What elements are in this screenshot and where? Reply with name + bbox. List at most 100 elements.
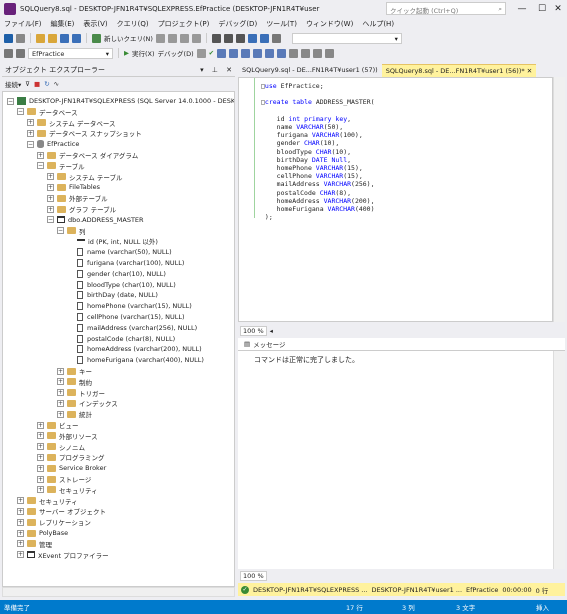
tree-node[interactable]: + セキュリティ — [17, 496, 78, 506]
expand-icon[interactable]: + — [27, 129, 34, 137]
paste-icon[interactable] — [235, 33, 245, 43]
back-icon[interactable] — [4, 33, 13, 43]
tree-node[interactable]: − dbo.ADDRESS_MASTER — [47, 215, 144, 225]
tree-node[interactable]: + PolyBase — [17, 528, 68, 538]
results-to-text-icon[interactable] — [253, 48, 263, 58]
estimated-plan-icon[interactable] — [217, 48, 227, 58]
refresh-icon[interactable]: ↻ — [44, 80, 49, 88]
save-icon[interactable] — [60, 33, 69, 43]
tree-node[interactable]: homePhone (varchar(15), NULL) — [67, 301, 192, 311]
tree-node[interactable]: + インデックス — [57, 398, 118, 408]
expand-icon[interactable]: + — [37, 453, 44, 461]
query-type-icon[interactable] — [191, 33, 201, 43]
tree-node[interactable]: + トリガー — [57, 388, 105, 398]
intellisense-icon[interactable] — [241, 48, 251, 58]
expand-icon[interactable]: + — [47, 194, 54, 202]
object-explorer-icon[interactable] — [4, 48, 13, 58]
tree-node[interactable]: postalCode (char(8), NULL) — [67, 334, 175, 344]
activity-monitor-icon[interactable]: ∿ — [54, 80, 59, 88]
filter-icon[interactable]: ⊽ — [25, 80, 30, 88]
pin-icon[interactable]: ▾ ⊥ ✕ — [200, 66, 235, 74]
editor-vertical-scrollbar[interactable] — [553, 77, 565, 322]
tree-node[interactable]: + ビュー — [37, 420, 79, 430]
tree-node[interactable]: + FileTables — [47, 182, 100, 192]
expand-icon[interactable]: + — [57, 389, 64, 397]
cut-icon[interactable] — [211, 33, 221, 43]
tree-node[interactable]: − データベース — [17, 107, 78, 117]
tree-node[interactable]: + データベース ダイアグラム — [37, 150, 138, 160]
tree-node[interactable]: − DESKTOP-JFN1R4T¥SQLEXPRESS (SQL Server … — [7, 96, 234, 106]
query-type-icon[interactable] — [167, 33, 177, 43]
tree-node[interactable]: + Service Broker — [37, 463, 106, 473]
messages-tab[interactable]: メッセージ — [253, 339, 285, 349]
menu-item[interactable]: 表示(V) — [83, 19, 107, 29]
tree-node[interactable]: + 管理 — [17, 539, 52, 549]
tree-node[interactable]: homeFurigana (varchar(400), NULL) — [67, 355, 204, 365]
collapse-icon[interactable]: − — [47, 216, 54, 224]
tree-node[interactable]: + システム テーブル — [47, 172, 122, 182]
close-button[interactable]: ✕ — [548, 2, 567, 16]
query-type-icon[interactable] — [179, 33, 189, 43]
menu-item[interactable]: ツール(T) — [266, 19, 297, 29]
expand-icon[interactable]: + — [37, 486, 44, 494]
expand-icon[interactable]: + — [57, 410, 64, 418]
expand-icon[interactable]: + — [57, 367, 64, 375]
undo-icon[interactable] — [247, 33, 257, 43]
tree-node[interactable]: + システム データベース — [27, 118, 116, 128]
uncomment-icon[interactable] — [301, 48, 311, 58]
tree-node[interactable]: gender (char(10), NULL) — [67, 269, 166, 279]
solution-config-select[interactable]: ▾ — [291, 32, 402, 44]
scroll-left-icon[interactable]: ◂ — [270, 327, 273, 335]
results-to-grid-icon[interactable] — [265, 48, 275, 58]
menu-item[interactable]: ヘルプ(H) — [362, 19, 394, 29]
tree-node[interactable]: + 統計 — [57, 409, 92, 419]
tree-node[interactable]: + 外部テーブル — [47, 193, 108, 203]
zoom-select[interactable]: 100 % — [240, 326, 267, 336]
collapse-icon[interactable]: − — [57, 227, 64, 235]
menu-item[interactable]: デバッグ(D) — [218, 19, 257, 29]
query-type-icon[interactable] — [155, 33, 165, 43]
cancel-query-icon[interactable] — [196, 48, 206, 58]
tree-node[interactable]: − 列 — [57, 226, 86, 236]
execute-button[interactable]: 実行(X) — [132, 48, 155, 58]
tree-node[interactable]: name (varchar(50), NULL) — [67, 247, 172, 257]
connect-icon[interactable] — [16, 48, 25, 58]
debug-button[interactable]: デバッグ(D) — [158, 48, 194, 58]
forward-icon[interactable] — [16, 33, 25, 43]
tree-node[interactable]: − テーブル — [37, 161, 85, 171]
stop-icon[interactable]: ■ — [34, 80, 40, 88]
close-tab-icon[interactable]: ✕ — [525, 67, 532, 75]
expand-icon[interactable]: + — [17, 529, 24, 537]
expand-icon[interactable]: + — [37, 432, 44, 440]
menu-item[interactable]: プロジェクト(P) — [158, 19, 210, 29]
expand-icon[interactable]: + — [57, 399, 64, 407]
expand-icon[interactable]: + — [17, 518, 24, 526]
sql-editor[interactable]: □use EfPractice; □create table ADDRESS_MA… — [238, 77, 553, 322]
comment-icon[interactable] — [289, 48, 299, 58]
menu-item[interactable]: 編集(E) — [51, 19, 75, 29]
tree-node[interactable]: + 外部リソース — [37, 431, 98, 441]
tree-node[interactable]: + プログラミング — [37, 452, 105, 462]
menu-item[interactable]: クエリ(Q) — [117, 19, 149, 29]
database-select[interactable]: EfPractice ▾ — [28, 47, 113, 59]
expand-icon[interactable]: + — [47, 183, 54, 191]
document-tab[interactable]: SQLQuery9.sql - DE...FN1R4T¥user1 (57)) — [238, 64, 382, 77]
tree-node[interactable]: + サーバー オブジェクト — [17, 506, 106, 516]
expand-icon[interactable]: + — [57, 378, 64, 386]
tree-node[interactable]: id (PK, int, NULL 以外) — [67, 236, 158, 246]
expand-icon[interactable]: + — [47, 205, 54, 213]
new-query-icon[interactable] — [92, 33, 101, 43]
connect-dropdown[interactable]: 接続▾ — [5, 79, 21, 89]
outdent-icon[interactable] — [313, 48, 323, 58]
expand-icon[interactable]: + — [37, 475, 44, 483]
parse-checkmark-icon[interactable]: ✔ — [209, 49, 214, 57]
tree-node[interactable]: homeAddress (varchar(200), NULL) — [67, 344, 202, 354]
menu-item[interactable]: ファイル(F) — [4, 19, 42, 29]
document-tab[interactable]: SQLQuery8.sql - DE...FN1R4T¥user1 (56))*… — [381, 64, 537, 77]
open-file-icon[interactable] — [48, 33, 57, 43]
tree-node[interactable]: bloodType (char(10), NULL) — [67, 280, 176, 290]
expand-icon[interactable]: + — [37, 151, 44, 159]
tree-node[interactable]: + 制約 — [57, 377, 92, 387]
tree-node[interactable]: + データベース スナップショット — [27, 128, 142, 138]
menu-item[interactable]: ウィンドウ(W) — [306, 19, 353, 29]
